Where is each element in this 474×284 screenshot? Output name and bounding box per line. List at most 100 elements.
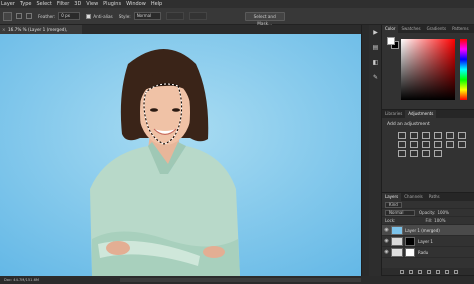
mask-icon[interactable] bbox=[418, 269, 422, 274]
link-icon[interactable] bbox=[400, 269, 404, 274]
document-tab-strip: × 16.7% % (Layer 1 (merged), RGB/8) bbox=[0, 25, 361, 41]
tab-adjustments[interactable]: Adjustments bbox=[405, 110, 437, 118]
antialias-label: Anti-alias bbox=[93, 13, 113, 19]
zoom-level: 16.7% bbox=[8, 27, 22, 32]
layer-thumbnail bbox=[391, 225, 403, 235]
adjustment-layer-icon[interactable] bbox=[427, 269, 431, 274]
fx-icon[interactable] bbox=[409, 269, 413, 274]
history-icon[interactable]: ▤ bbox=[371, 43, 380, 52]
style-select[interactable]: Normal bbox=[133, 12, 161, 20]
fill-value[interactable]: 100% bbox=[434, 217, 445, 225]
doc-size-status: Doc: 44.7M/151.6M bbox=[4, 278, 39, 282]
adjustments-body: Add an adjustment bbox=[382, 118, 474, 186]
style-label: Style: bbox=[118, 13, 131, 19]
menu-3d[interactable]: 3D bbox=[74, 1, 81, 7]
photo-filter-icon[interactable] bbox=[422, 141, 430, 148]
close-icon[interactable]: × bbox=[2, 25, 6, 34]
layer-mask-thumbnail bbox=[405, 247, 415, 257]
black-white-icon[interactable] bbox=[410, 141, 418, 148]
width-field[interactable] bbox=[165, 12, 184, 20]
layer-thumbnail bbox=[391, 247, 403, 257]
canvas[interactable] bbox=[0, 34, 361, 276]
menu-view[interactable]: View bbox=[86, 1, 98, 7]
brush-icon[interactable]: ✎ bbox=[371, 73, 380, 82]
tab-libraries[interactable]: Libraries bbox=[382, 110, 405, 118]
invert-icon[interactable] bbox=[458, 141, 466, 148]
vibrance-icon[interactable] bbox=[446, 132, 454, 139]
opacity-label: Opacity: bbox=[419, 209, 436, 215]
menu-layer[interactable]: Layer bbox=[1, 1, 15, 7]
photo-image bbox=[0, 34, 361, 276]
exposure-icon[interactable] bbox=[434, 132, 442, 139]
gradient-map-icon[interactable] bbox=[422, 150, 430, 157]
adjustments-title: Add an adjustment bbox=[387, 122, 430, 127]
eye-icon[interactable]: ◉ bbox=[382, 249, 391, 255]
properties-icon[interactable]: ◧ bbox=[371, 58, 380, 67]
blend-mode-select[interactable]: Normal bbox=[385, 209, 415, 216]
play-icon[interactable]: ▶ bbox=[371, 28, 380, 37]
menu-filter[interactable]: Filter bbox=[57, 1, 69, 7]
menu-select[interactable]: Select bbox=[36, 1, 51, 7]
layer-row-radu[interactable]: ◉ Radu bbox=[382, 247, 474, 258]
new-layer-icon[interactable] bbox=[445, 269, 449, 274]
feather-input[interactable]: 0 px bbox=[58, 12, 81, 20]
color-picker-area bbox=[382, 33, 474, 110]
eye-icon[interactable]: ◉ bbox=[382, 238, 391, 244]
tab-layers[interactable]: Layers bbox=[382, 193, 402, 201]
adjustment-icons bbox=[398, 132, 467, 157]
layer-row-merged[interactable]: ◉ Layer 1 (merged) bbox=[382, 225, 474, 236]
color-panel-tabs: Color Swatches Gradients Patterns bbox=[382, 25, 474, 33]
lock-label: Lock: bbox=[385, 217, 396, 223]
tab-swatches[interactable]: Swatches bbox=[398, 25, 423, 33]
layer-name: Radu bbox=[418, 249, 429, 255]
threshold-icon[interactable] bbox=[410, 150, 418, 157]
posterize-icon[interactable] bbox=[398, 150, 406, 157]
group-icon[interactable] bbox=[436, 269, 440, 274]
hue-saturation-icon[interactable] bbox=[458, 132, 466, 139]
trash-icon[interactable] bbox=[454, 269, 458, 274]
color-lookup-icon[interactable] bbox=[446, 141, 454, 148]
menu-window[interactable]: Window bbox=[126, 1, 146, 7]
layer-thumbnail bbox=[391, 236, 403, 246]
status-bar: Doc: 44.7M/151.6M bbox=[0, 276, 474, 284]
tab-patterns[interactable]: Patterns bbox=[449, 25, 471, 33]
brightness-icon[interactable] bbox=[398, 132, 406, 139]
selective-color-icon[interactable] bbox=[434, 150, 442, 157]
select-and-mask-button[interactable]: Select and Mask... bbox=[244, 11, 285, 26]
layer-name: Layer 1 bbox=[418, 238, 433, 244]
curves-icon[interactable] bbox=[422, 132, 430, 139]
levels-icon[interactable] bbox=[410, 132, 418, 139]
channel-mixer-icon[interactable] bbox=[434, 141, 442, 148]
menu-type[interactable]: Type bbox=[20, 1, 31, 7]
vertical-scrollbar[interactable] bbox=[361, 25, 369, 276]
layers-panel-tabs: Layers Channels Paths bbox=[382, 193, 474, 201]
color-panel: Color Swatches Gradients Patterns bbox=[382, 25, 474, 110]
lasso-tool-icon[interactable] bbox=[3, 11, 12, 21]
horizontal-scrollbar[interactable] bbox=[120, 278, 361, 282]
adjustments-panel: Libraries Adjustments Add an adjustment bbox=[382, 110, 474, 193]
tab-gradients[interactable]: Gradients bbox=[424, 25, 450, 33]
antialias-checkbox[interactable] bbox=[86, 13, 92, 19]
add-selection-icon[interactable] bbox=[26, 13, 32, 19]
height-field[interactable] bbox=[188, 12, 207, 20]
adjustments-panel-tabs: Libraries Adjustments bbox=[382, 110, 474, 118]
opacity-value[interactable]: 100% bbox=[437, 209, 448, 217]
menu-bar: Layer Type Select Filter 3D View Plugins… bbox=[0, 0, 474, 8]
color-field[interactable] bbox=[401, 39, 455, 100]
layer-name: Layer 1 (merged) bbox=[405, 227, 440, 233]
layer-row-layer1[interactable]: ◉ Layer 1 bbox=[382, 236, 474, 247]
document-tab[interactable]: × 16.7% % (Layer 1 (merged), RGB/8) bbox=[0, 25, 82, 41]
layer-mask-thumbnail bbox=[405, 236, 415, 246]
tab-paths[interactable]: Paths bbox=[426, 193, 443, 201]
foreground-color-swatch[interactable] bbox=[387, 37, 395, 45]
tab-channels[interactable]: Channels bbox=[401, 193, 426, 201]
menu-plugins[interactable]: Plugins bbox=[103, 1, 121, 7]
hue-slider[interactable] bbox=[460, 39, 467, 100]
new-selection-icon[interactable] bbox=[16, 13, 22, 19]
eye-icon[interactable]: ◉ bbox=[382, 227, 391, 233]
menu-help[interactable]: Help bbox=[151, 1, 162, 7]
feather-label: Feather: bbox=[38, 13, 56, 19]
color-balance-icon[interactable] bbox=[398, 141, 406, 148]
tab-color[interactable]: Color bbox=[382, 25, 399, 33]
layer-filter-select[interactable]: Kind bbox=[385, 201, 402, 208]
